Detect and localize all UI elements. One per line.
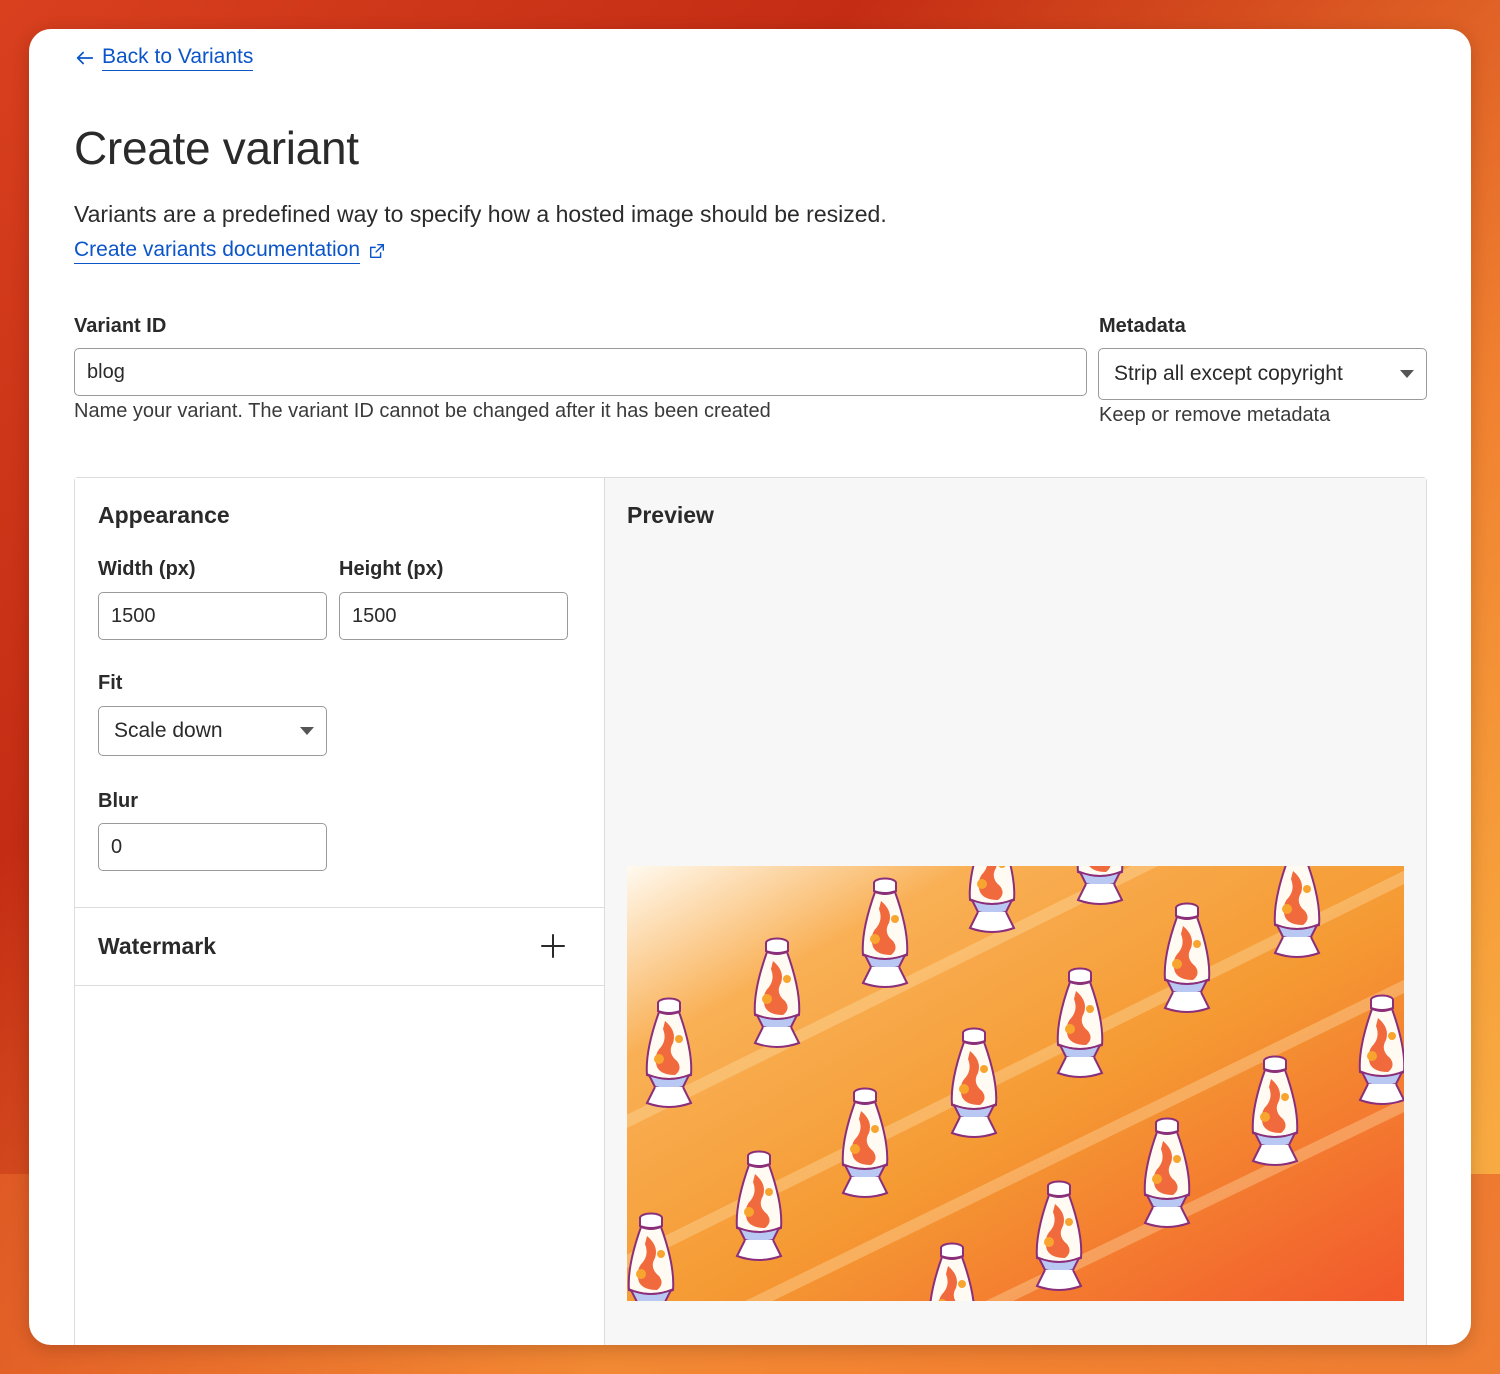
metadata-help: Keep or remove metadata xyxy=(1099,404,1331,426)
blur-label: Blur xyxy=(98,790,138,812)
caret-down-icon xyxy=(1400,370,1414,378)
arrow-left-icon xyxy=(76,51,94,65)
page-description: Variants are a predefined way to specify… xyxy=(74,201,887,227)
preview-image xyxy=(627,866,1404,1301)
create-variant-card: Back to Variants Create variant Variants… xyxy=(29,29,1471,1345)
fit-selected-value: Scale down xyxy=(114,719,223,742)
page-title: Create variant xyxy=(74,122,359,174)
preview-heading: Preview xyxy=(627,502,714,528)
section-divider xyxy=(75,907,605,908)
blur-input[interactable] xyxy=(98,823,327,871)
preview-column: Preview xyxy=(605,478,1426,1345)
height-input[interactable] xyxy=(339,592,568,640)
watermark-heading: Watermark xyxy=(98,933,217,959)
appearance-heading: Appearance xyxy=(98,502,230,528)
variant-settings-panel: Appearance Width (px) Height (px) Fit Sc… xyxy=(74,477,1427,1345)
metadata-select[interactable]: Strip all except copyright xyxy=(1098,348,1427,400)
back-link-label: Back to Variants xyxy=(102,45,254,71)
metadata-selected-value: Strip all except copyright xyxy=(1114,362,1343,385)
variant-id-label: Variant ID xyxy=(74,315,167,337)
fit-label: Fit xyxy=(98,672,123,694)
plus-icon[interactable] xyxy=(540,933,566,959)
documentation-link[interactable]: Create variants documentation xyxy=(74,238,386,264)
width-input[interactable] xyxy=(98,592,327,640)
external-link-icon xyxy=(369,243,385,259)
height-label: Height (px) xyxy=(339,558,444,580)
settings-column: Appearance Width (px) Height (px) Fit Sc… xyxy=(75,478,605,1345)
variant-id-input[interactable] xyxy=(74,348,1087,396)
fit-select[interactable]: Scale down xyxy=(98,706,327,756)
caret-down-icon xyxy=(300,727,314,735)
documentation-link-label: Create variants documentation xyxy=(74,238,360,264)
metadata-label: Metadata xyxy=(1099,315,1186,337)
back-to-variants-link[interactable]: Back to Variants xyxy=(74,45,254,71)
section-divider xyxy=(75,985,605,986)
variant-id-help: Name your variant. The variant ID cannot… xyxy=(74,400,771,422)
width-label: Width (px) xyxy=(98,558,196,580)
